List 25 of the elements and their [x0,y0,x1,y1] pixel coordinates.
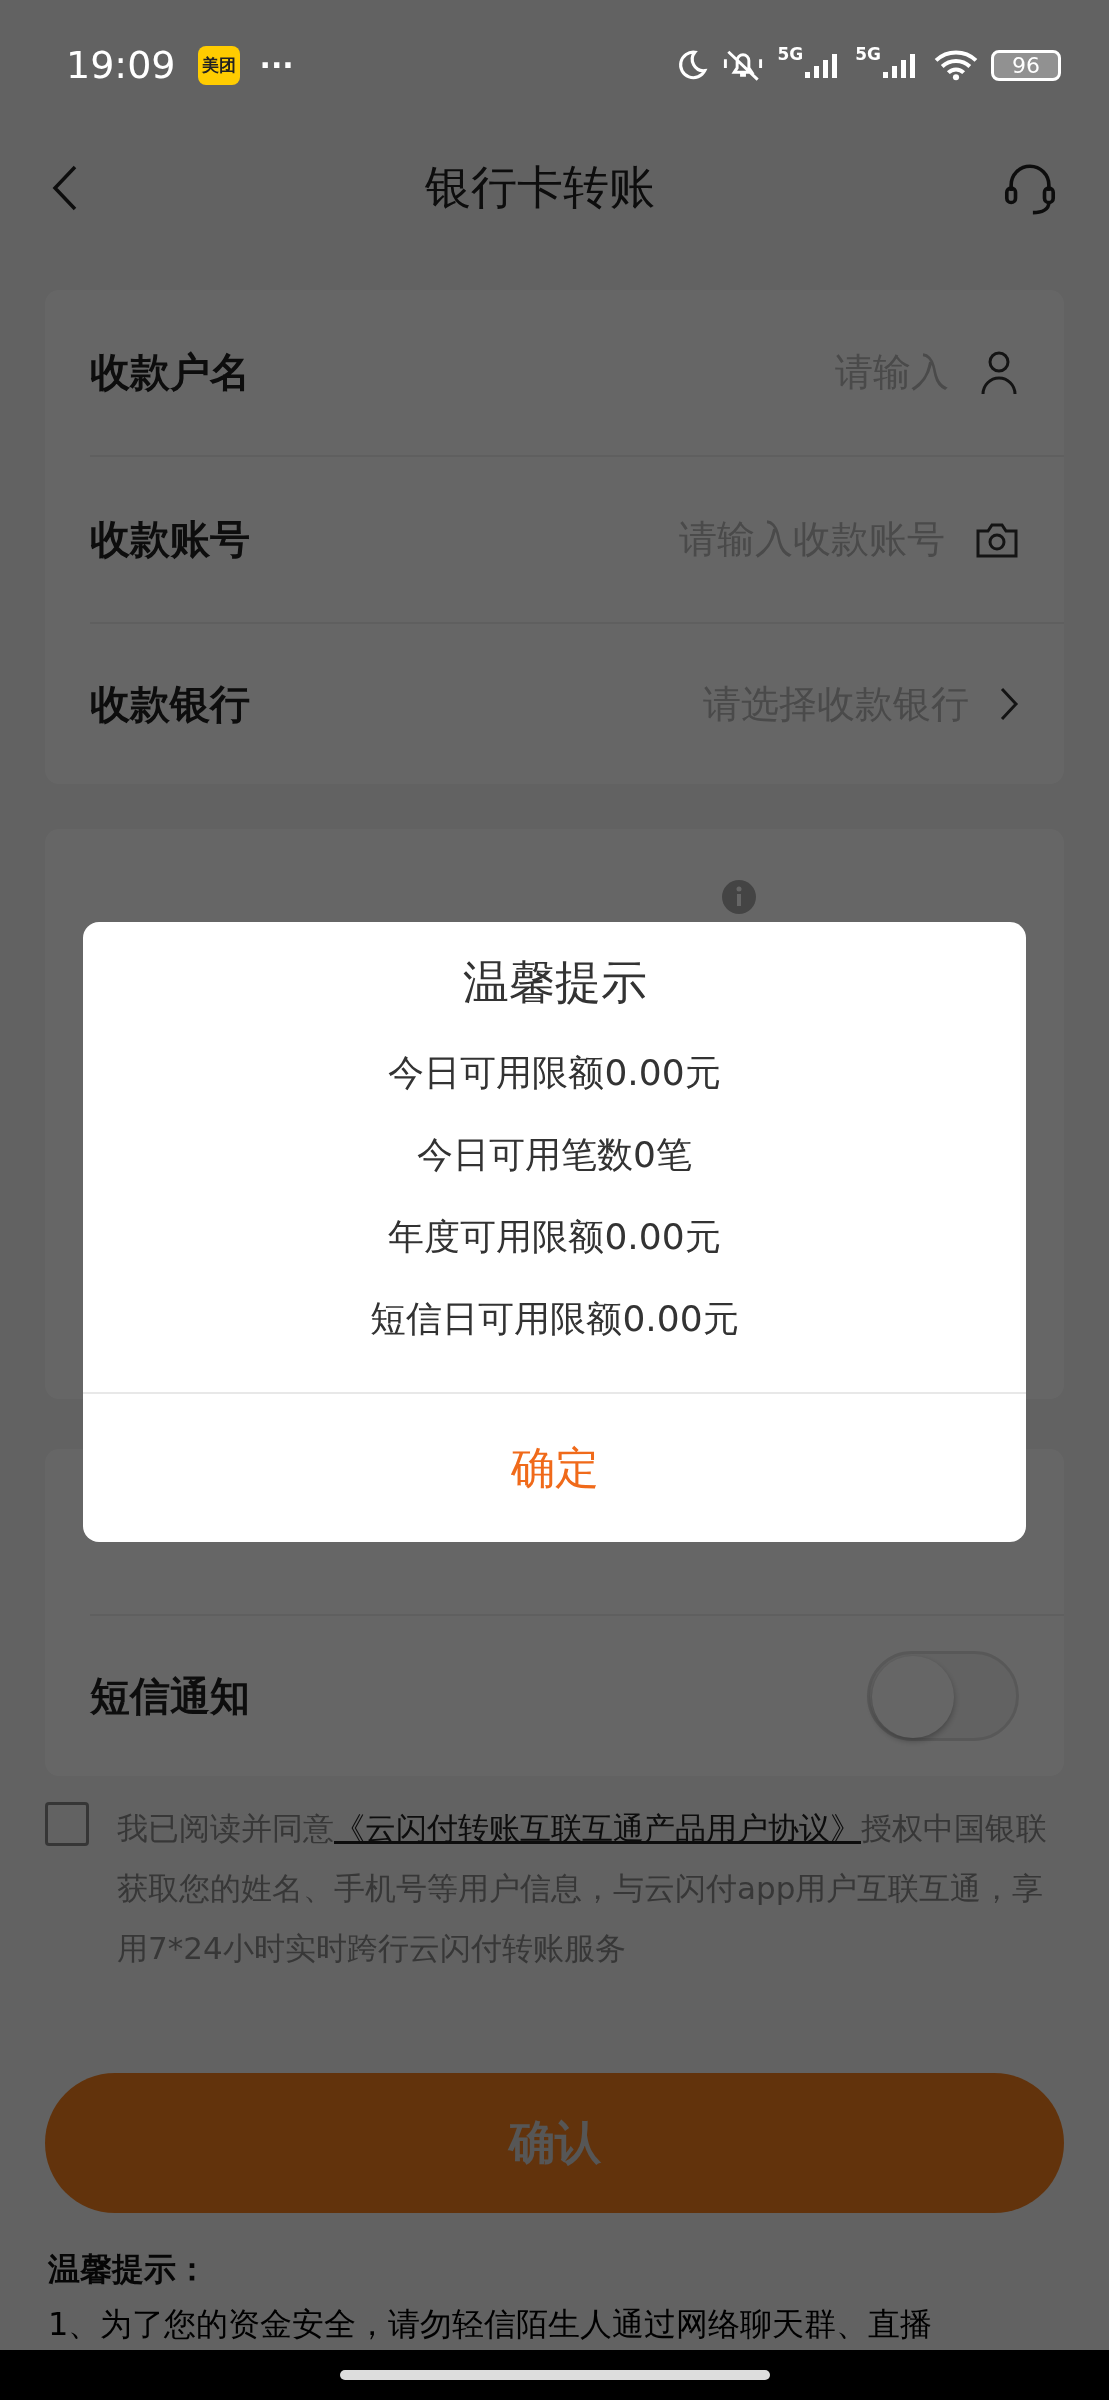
dialog-text: 年度可用限额0.00元 [387,1215,722,1259]
back-icon[interactable] [52,164,78,211]
status-time: 19:09 [66,43,176,87]
battery-indicator: 96 [991,49,1061,81]
info-icon[interactable] [721,879,757,915]
agreement-checkbox[interactable] [45,1802,89,1846]
field-label: 收款户名 [90,348,250,397]
tip-text: 1、为了您的资金安全，请勿轻信陌生人通过网络聊天群、直播 [48,2304,934,2345]
app-badge: 美团 [197,45,240,85]
wifi-icon [933,48,979,82]
chevron-icon[interactable] [999,686,1019,722]
dialog-text: 短信日可用限额0.00元 [369,1297,740,1341]
agreement-link[interactable]: 《云闪付转账互联互通产品用户协议》 [334,1810,861,1846]
page-title: 银行卡转账 [424,158,655,216]
dialog-text: 今日可用限额0.00元 [387,1051,722,1095]
more-indicator: ··· [259,47,294,83]
dialog-text: 今日可用笔数0笔 [416,1133,693,1177]
field-label: 收款银行 [90,679,250,729]
dialog-title: 温馨提示 [461,954,648,1011]
ok-button[interactable]: 确定 [83,1394,1026,1542]
network-label: 5G [855,44,881,64]
field-label: 收款账号 [90,515,250,564]
sms-label: 短信通知 [90,1671,250,1721]
tips-title: 温馨提示： [48,2249,209,2290]
network-label: 5G [777,44,804,64]
